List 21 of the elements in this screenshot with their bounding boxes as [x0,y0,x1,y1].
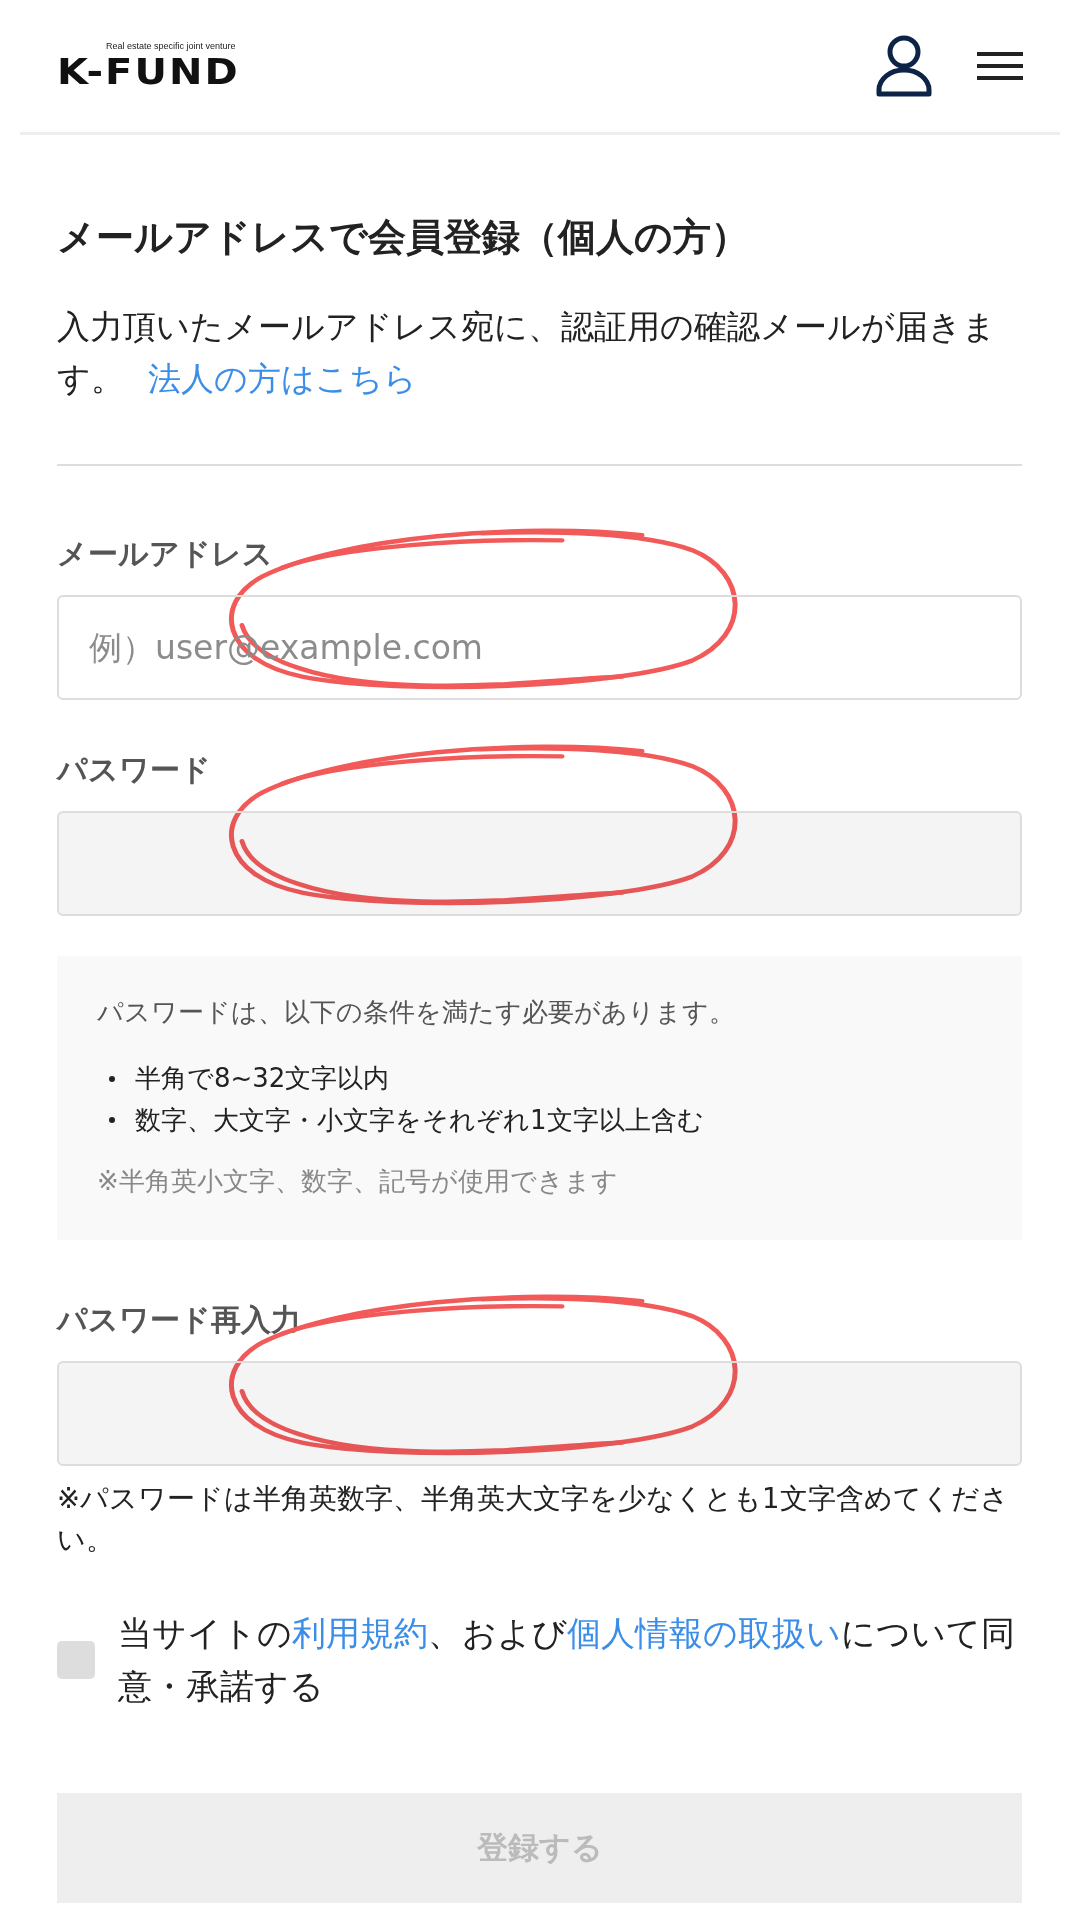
password-field[interactable] [57,810,1022,916]
checkbox[interactable] [57,1641,95,1680]
field-label: パスワード [57,750,212,789]
field-label: メールアドレス [57,534,274,573]
logo[interactable]: Real estate specific joint venture K-FUND [57,41,240,91]
intro-text: 入力頂いたメールアドレス宛に、認証用の確認メールが届きます。 法人の方はこちら [57,306,997,400]
user-icon[interactable] [876,35,932,97]
terms-link[interactable]: 個人情報の取扱い [567,1613,841,1654]
rule-text: 半角で8~32文字以内 [135,1062,390,1096]
terms-link[interactable]: 利用規約 [292,1613,428,1654]
rules-footnote: ※半角英小文字、数字、記号が使用できます [97,1165,619,1199]
rules-heading: パスワードは、以下の条件を満たす必要があります。 [97,995,736,1029]
page-title: メールアドレスで会員登録（個人の方） [57,214,750,261]
menu-icon[interactable] [977,52,1023,80]
corporate-link[interactable]: 法人の方はこちら [148,358,417,398]
rule-text: 数字、大文字・小文字をそれぞれ1文字以上含む [135,1103,704,1137]
password-field[interactable] [57,1360,1022,1466]
bullet-icon [109,1117,115,1124]
bullet-icon [109,1075,115,1082]
consent-text: 当サイトの利用規約、および個人情報の取扱いについて同意・承諾する [118,1612,1016,1709]
password-note: ※パスワードは半角英数字、半角英大文字を少なくとも1文字含めてください。 [57,1480,1010,1557]
